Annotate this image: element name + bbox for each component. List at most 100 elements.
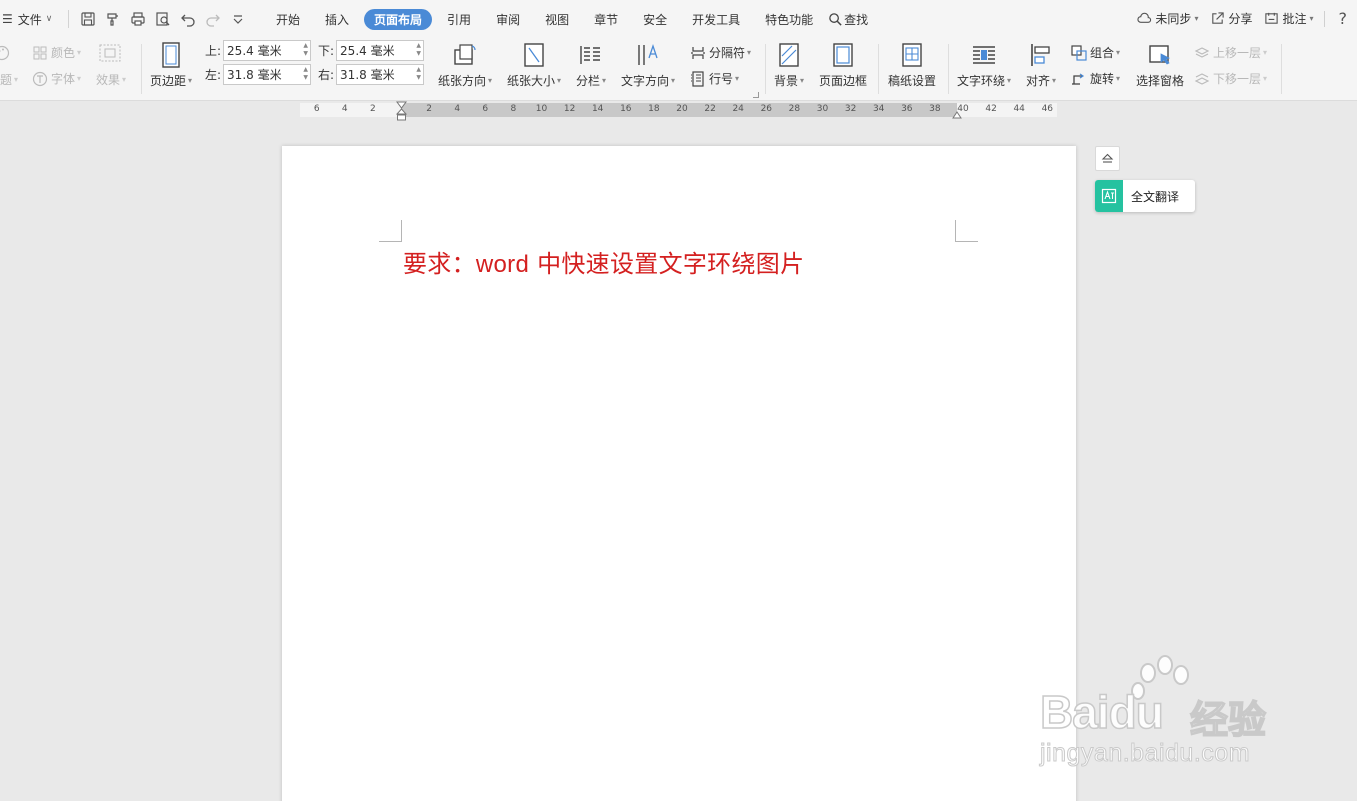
spin-arrows-icon[interactable]: ▲ ▼ bbox=[303, 66, 308, 82]
search-button[interactable]: 查找 bbox=[828, 11, 868, 28]
page-orientation-icon bbox=[454, 44, 476, 65]
right-indent-marker-icon[interactable] bbox=[952, 109, 962, 119]
undo-icon[interactable] bbox=[175, 8, 200, 30]
top-margin-label: 上: bbox=[205, 44, 222, 58]
tab-security[interactable]: 安全 bbox=[633, 9, 677, 30]
bring-forward-button[interactable]: 上移一层 ▾ bbox=[1194, 44, 1267, 61]
top-margin-value: 25.4 毫米 bbox=[227, 44, 282, 58]
divider bbox=[948, 44, 949, 94]
tab-chapter[interactable]: 章节 bbox=[584, 9, 628, 30]
file-menu[interactable]: ☰ 文件 ∨ bbox=[0, 11, 62, 28]
share-button[interactable]: 分享 bbox=[1210, 10, 1252, 27]
margins-button[interactable]: 页边距 ▾ bbox=[150, 42, 192, 89]
bottom-margin-label: 下: bbox=[318, 44, 335, 58]
save-icon[interactable] bbox=[75, 8, 100, 30]
print-icon[interactable] bbox=[125, 8, 150, 30]
selection-pane-label: 选择窗格 bbox=[1136, 74, 1185, 88]
tab-references[interactable]: 引用 bbox=[437, 9, 481, 30]
font-button[interactable]: 字体 ▾ bbox=[32, 70, 81, 87]
columns-label: 分栏 bbox=[576, 74, 601, 88]
spin-arrows-icon[interactable]: ▲ ▼ bbox=[416, 66, 421, 82]
chevron-down-icon: ▾ bbox=[800, 76, 805, 85]
selection-pane-button[interactable]: 选择窗格 bbox=[1136, 42, 1184, 89]
full-translate-button[interactable]: 全文翻译 bbox=[1095, 180, 1195, 212]
heading-latin-word: word bbox=[475, 251, 530, 278]
redo-icon[interactable] bbox=[200, 8, 225, 30]
tab-view[interactable]: 视图 bbox=[535, 9, 579, 30]
align-button[interactable]: 对齐 ▾ bbox=[1026, 42, 1056, 89]
effect-icon-button[interactable] bbox=[99, 44, 124, 62]
page-border-button[interactable]: 页面边框 bbox=[819, 42, 867, 89]
color-grid-icon bbox=[33, 46, 47, 59]
right-toolbar: 未同步 ▾ 分享 批注 ▾ ? bbox=[1125, 9, 1347, 28]
chevron-down-icon: ▾ bbox=[14, 75, 19, 84]
indent-marker-icon[interactable] bbox=[396, 101, 407, 121]
ruler-tick-label: 20 bbox=[676, 104, 688, 114]
paper-size-icon bbox=[524, 43, 544, 67]
spin-arrows-icon[interactable]: ▲ ▼ bbox=[303, 42, 308, 58]
theme-label-button[interactable]: 题 ▾ bbox=[0, 71, 18, 88]
collapse-panel-button[interactable] bbox=[1095, 146, 1120, 171]
help-icon[interactable]: ? bbox=[1339, 9, 1348, 28]
divider bbox=[141, 44, 142, 94]
manuscript-settings-button[interactable]: 稿纸设置 bbox=[888, 42, 936, 89]
search-icon bbox=[829, 12, 842, 26]
ruler-tick-label: 2 bbox=[370, 104, 376, 114]
document-page[interactable]: 要求：word 中快速设置文字环绕图片 bbox=[282, 146, 1076, 801]
chevron-down-icon: ∨ bbox=[45, 14, 53, 24]
align-label: 对齐 bbox=[1026, 74, 1051, 88]
comment-button[interactable]: 批注 ▾ bbox=[1264, 10, 1314, 27]
right-margin-label: 右: bbox=[318, 68, 335, 82]
heading-suffix: 中快速设置文字环绕图片 bbox=[529, 250, 805, 278]
bring-forward-label: 上移一层 bbox=[1213, 46, 1262, 60]
chevron-down-icon: ▾ bbox=[122, 75, 127, 84]
sync-button[interactable]: 未同步 ▾ bbox=[1137, 10, 1198, 27]
tab-home[interactable]: 开始 bbox=[266, 9, 310, 30]
page-border-label: 页面边框 bbox=[819, 74, 868, 88]
line-number-button[interactable]: 行号 ▾ bbox=[690, 70, 739, 87]
orientation-label: 纸张方向 bbox=[438, 74, 487, 88]
effect-button[interactable]: 效果 ▾ bbox=[96, 71, 126, 88]
top-margin-input[interactable]: 25.4 毫米 ▲ ▼ bbox=[223, 40, 312, 61]
send-backward-button[interactable]: 下移一层 ▾ bbox=[1194, 70, 1267, 87]
background-button[interactable]: 背景 ▾ bbox=[774, 42, 804, 89]
ruler-tick-label: 18 bbox=[648, 104, 660, 114]
theme-button[interactable] bbox=[0, 45, 13, 61]
left-margin-input[interactable]: 31.8 毫米 ▲ ▼ bbox=[223, 64, 312, 85]
orientation-button[interactable]: 纸张方向 ▾ bbox=[438, 42, 492, 89]
divider bbox=[1281, 44, 1282, 94]
columns-button[interactable]: 分栏 ▾ bbox=[576, 42, 606, 89]
right-margin-input[interactable]: 31.8 毫米 ▲ ▼ bbox=[336, 64, 425, 85]
color-label: 颜色 bbox=[51, 46, 76, 60]
manuscript-grid-icon bbox=[902, 43, 922, 67]
bottom-margin-input[interactable]: 25.4 毫米 ▲ ▼ bbox=[336, 40, 425, 61]
rotate-button[interactable]: 旋转 ▾ bbox=[1071, 70, 1120, 87]
spin-arrows-icon[interactable]: ▲ ▼ bbox=[416, 42, 421, 58]
separator-button[interactable]: 分隔符 ▾ bbox=[690, 44, 751, 61]
group-button[interactable]: 组合 ▾ bbox=[1071, 44, 1120, 61]
watermark-brand-cn: 经验 bbox=[1189, 697, 1267, 743]
tab-review[interactable]: 审阅 bbox=[486, 9, 530, 30]
color-button[interactable]: 颜色 ▾ bbox=[32, 44, 81, 61]
send-backward-icon bbox=[1194, 72, 1210, 85]
margins-icon bbox=[162, 42, 180, 68]
chevron-down-icon: ▾ bbox=[1007, 76, 1012, 85]
ruler-tick-label: 24 bbox=[732, 104, 744, 114]
print-preview-icon[interactable] bbox=[150, 8, 175, 30]
horizontal-ruler[interactable]: 6 4 2 2 4 6 8 10 12 14 16 18 20 22 24 26 28 30 32 34 36 38 40 4… bbox=[0, 101, 1357, 121]
customize-toolbar-icon[interactable] bbox=[225, 8, 250, 30]
tab-page-layout[interactable]: 页面布局 bbox=[364, 8, 433, 30]
text-wrap-button[interactable]: 文字环绕 ▾ bbox=[957, 42, 1011, 89]
format-painter-icon[interactable] bbox=[100, 8, 125, 30]
tab-special-features[interactable]: 特色功能 bbox=[755, 9, 823, 30]
paper-size-button[interactable]: 纸张大小 ▾ bbox=[507, 42, 561, 89]
search-label: 查找 bbox=[844, 12, 869, 27]
left-margin-field: 左: 31.8 毫米 ▲ ▼ bbox=[205, 64, 312, 85]
ruler-tick-label: 32 bbox=[844, 104, 857, 114]
tab-insert[interactable]: 插入 bbox=[315, 9, 359, 30]
document-heading-text[interactable]: 要求：word 中快速设置文字环绕图片 bbox=[403, 244, 804, 279]
dialog-launcher-icon[interactable] bbox=[753, 92, 759, 98]
tab-developer[interactable]: 开发工具 bbox=[682, 9, 750, 30]
text-direction-button[interactable]: 文字方向 ▾ bbox=[621, 42, 675, 89]
chevron-down-icon: ▾ bbox=[77, 48, 82, 57]
